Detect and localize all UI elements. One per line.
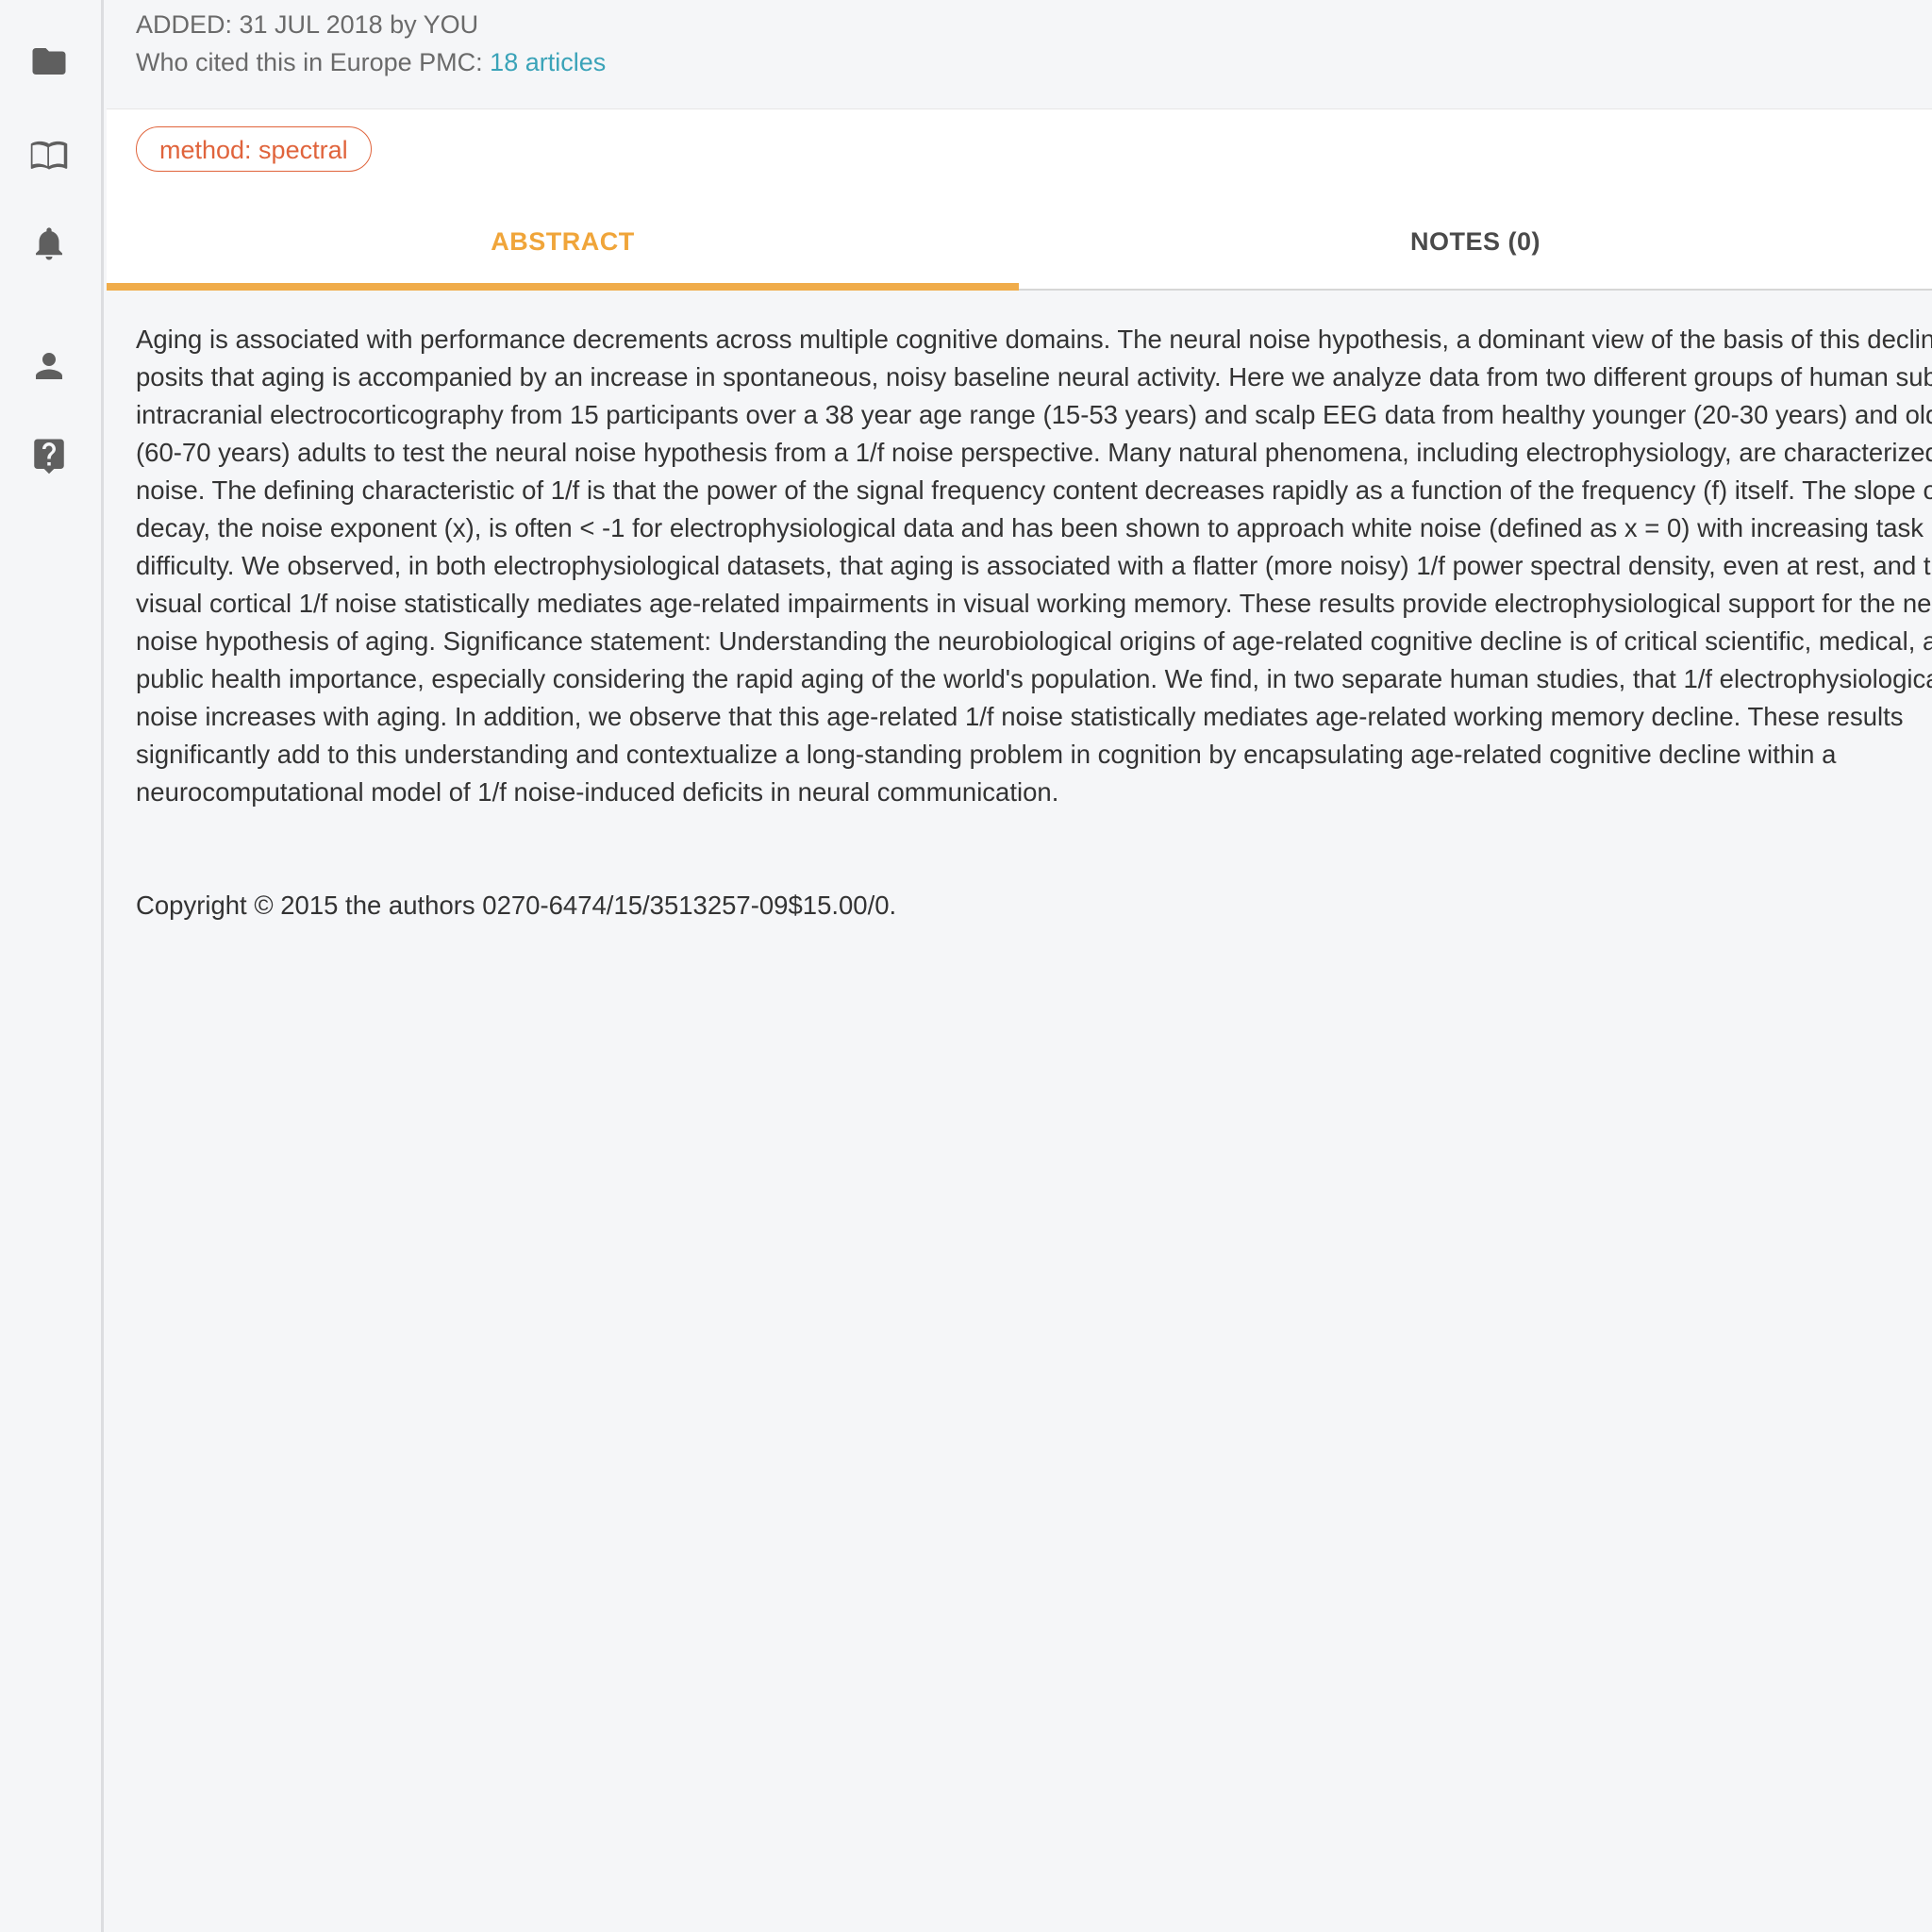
tab-bar: ABSTRACT NOTES (0): [107, 194, 1932, 291]
tab-abstract[interactable]: ABSTRACT: [107, 194, 1019, 289]
copyright-text: Copyright © 2015 the authors 0270-6474/1…: [136, 891, 897, 920]
added-info: ADDED: 31 JUL 2018 by YOU: [136, 10, 479, 39]
tag-bar: method: spectral: [107, 108, 1932, 195]
folder-icon[interactable]: [25, 38, 73, 85]
sidebar: [0, 0, 104, 1932]
cited-label: Who cited this in Europe PMC:: [136, 48, 483, 76]
active-tab-indicator: [107, 283, 1019, 291]
tab-notes[interactable]: NOTES (0): [1019, 194, 1932, 289]
article-meta: ADDED: 31 JUL 2018 by YOU Who cited this…: [136, 6, 606, 81]
abstract-text: Aging is associated with performance dec…: [136, 325, 1932, 807]
book-icon[interactable]: [25, 130, 73, 177]
tag-chip[interactable]: method: spectral: [136, 126, 372, 172]
main-panel: ADDED: 31 JUL 2018 by YOU Who cited this…: [107, 0, 1932, 1932]
person-icon[interactable]: [25, 342, 73, 390]
help-icon[interactable]: [25, 432, 73, 479]
cited-info: Who cited this in Europe PMC: 18 article…: [136, 43, 606, 81]
cited-articles-link[interactable]: 18 articles: [490, 48, 606, 76]
bell-icon[interactable]: [25, 220, 73, 267]
